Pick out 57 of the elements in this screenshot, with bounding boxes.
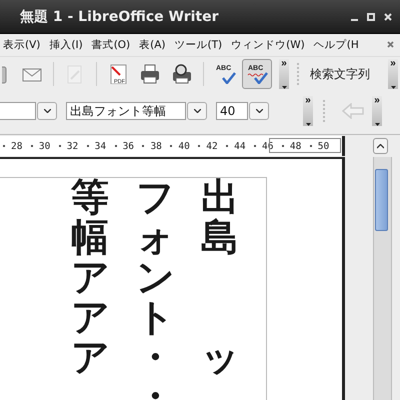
overflow-button[interactable]: »	[372, 96, 382, 126]
dropdown-button[interactable]	[249, 102, 269, 120]
ruler-number: 44	[234, 140, 246, 152]
close-document-icon[interactable]	[387, 41, 394, 48]
ruler-number: 42	[206, 140, 218, 152]
ruler-number: 38	[150, 140, 162, 152]
chevron-down-icon	[256, 109, 262, 113]
toolbar-icon	[2, 64, 8, 84]
overflow-button[interactable]: »	[279, 58, 289, 88]
menu-item[interactable]: 挿入(I)	[46, 38, 89, 52]
ruler-number: 32	[66, 140, 78, 152]
vertical-text-line: 等幅アアア	[71, 178, 109, 378]
search-field[interactable]: 検索文字列	[310, 66, 376, 80]
vertical-text-line: 出島	[201, 178, 239, 258]
font-size-field[interactable]: 40	[216, 102, 248, 120]
ruler-number: 34	[94, 140, 106, 152]
chevron-up-icon	[377, 144, 384, 148]
overflow-button[interactable]: »	[388, 58, 398, 88]
menu-item[interactable]: 書式(O)	[88, 38, 136, 52]
scroll-up-button[interactable]	[373, 138, 388, 154]
chevron-down-icon	[44, 109, 50, 113]
ruler-number: 30	[38, 140, 50, 152]
ruler-number: 48	[290, 140, 302, 152]
pdf-icon	[108, 64, 128, 84]
menu-item[interactable]: 表示(V)	[0, 38, 46, 52]
toolbar-grip[interactable]	[323, 100, 328, 122]
vertical-scrollbar[interactable]	[373, 157, 392, 400]
ruler-number: 40	[178, 140, 190, 152]
font-name-field[interactable]: 出島フォント等幅	[66, 102, 186, 120]
dropdown-arrow-icon	[390, 86, 396, 88]
print-preview-icon	[172, 64, 192, 84]
menu-item[interactable]: 表(A)	[136, 38, 172, 52]
ruler-number: 28	[11, 140, 22, 152]
dropdown-arrow-icon	[374, 123, 380, 126]
spelling-check-icon	[247, 72, 268, 84]
dropdown-button[interactable]	[37, 102, 57, 120]
dropdown-button[interactable]	[187, 102, 207, 120]
menu-item[interactable]: ツール(T)	[172, 38, 228, 52]
printer-icon	[140, 64, 160, 84]
paragraph-style-field[interactable]	[0, 102, 36, 120]
close-icon[interactable]	[384, 12, 392, 20]
vertical-text-line: フォント・・	[136, 178, 174, 400]
window-title: 無題 1 - LibreOffice Writer	[20, 8, 220, 26]
chevron-down-icon	[194, 109, 200, 113]
spelling-check-icon	[222, 72, 236, 84]
ruler-number: 36	[122, 140, 134, 152]
toolbar-grip[interactable]	[297, 62, 302, 84]
maximize-icon[interactable]	[367, 12, 375, 20]
menu-item[interactable]: ウィンドウ(W)	[228, 38, 311, 52]
scrollbar-thumb[interactable]	[375, 169, 388, 231]
vertical-text-line: ッ	[201, 338, 239, 378]
dropdown-arrow-icon	[282, 86, 286, 88]
overflow-button[interactable]: »	[303, 96, 313, 126]
left-arrow-icon	[342, 103, 364, 119]
menu-item[interactable]: ヘルプ(H	[310, 38, 365, 52]
ruler-number: 50	[318, 140, 330, 152]
dropdown-arrow-icon	[306, 123, 310, 126]
